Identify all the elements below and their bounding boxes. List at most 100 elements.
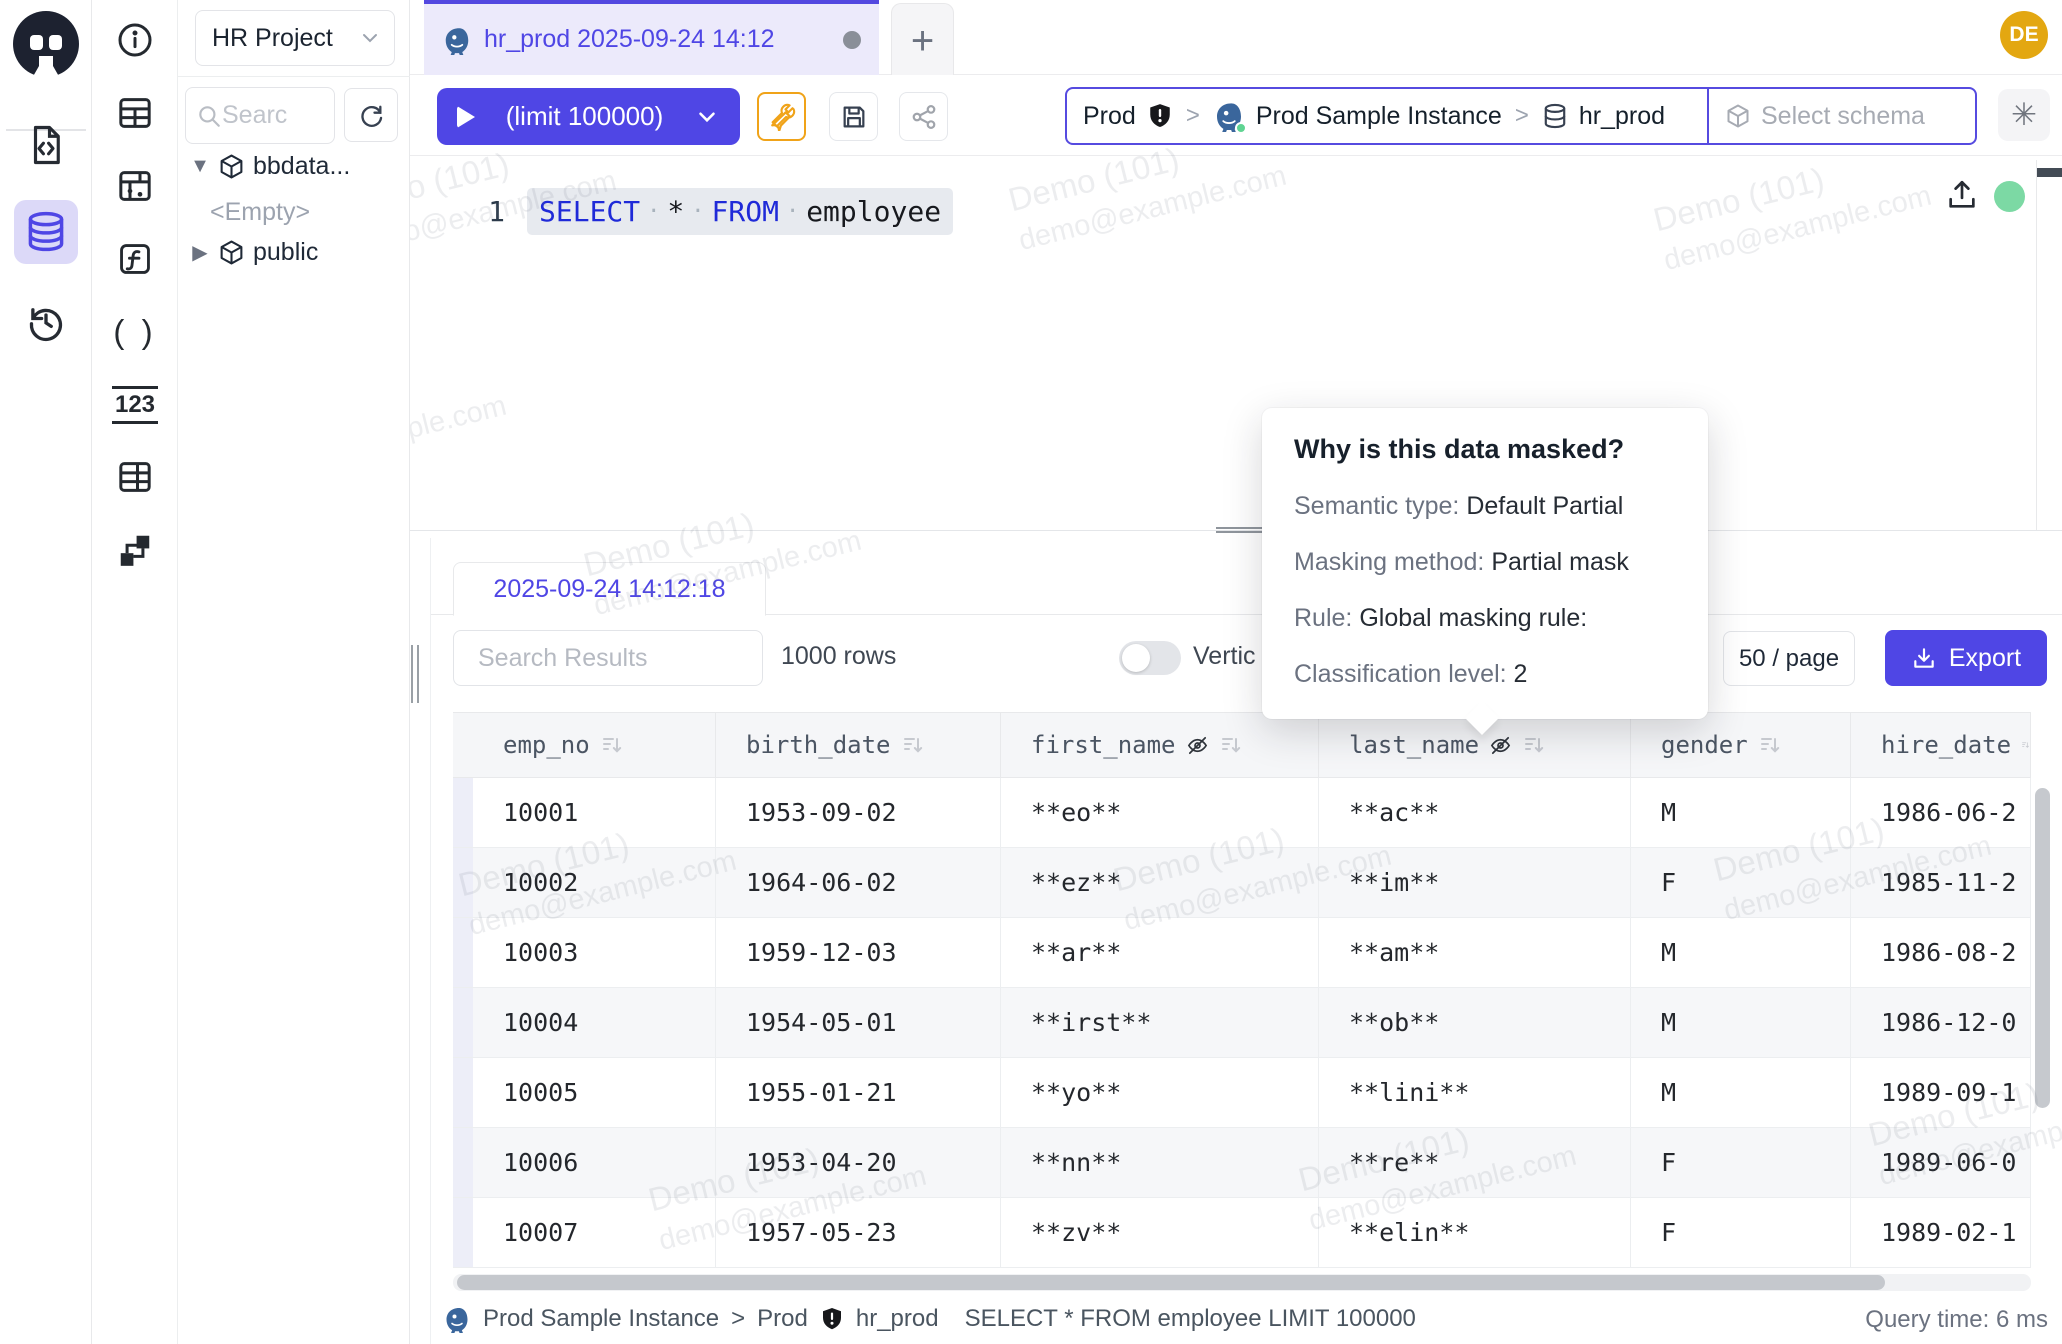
- sort-icon[interactable]: [1522, 733, 1546, 757]
- cell[interactable]: 10004: [473, 988, 716, 1057]
- cell[interactable]: 1989-06-0: [1851, 1128, 2031, 1197]
- cell[interactable]: M: [1631, 988, 1851, 1057]
- cell[interactable]: 1964-06-02: [716, 848, 1001, 917]
- tab-hr-prod[interactable]: hr_prod 2025-09-24 14:12: [424, 0, 879, 75]
- cell[interactable]: **nn**: [1001, 1128, 1319, 1197]
- cell[interactable]: 10007: [473, 1198, 716, 1267]
- history-icon[interactable]: [14, 290, 78, 354]
- cell[interactable]: 10003: [473, 918, 716, 987]
- cell[interactable]: 1986-06-2: [1851, 778, 2031, 847]
- chevron-down-icon[interactable]: [694, 104, 720, 130]
- cell[interactable]: **ar**: [1001, 918, 1319, 987]
- cell[interactable]: **lini**: [1319, 1058, 1631, 1127]
- sql-code-line[interactable]: 1 SELECT·*·FROM·employee: [473, 188, 953, 235]
- tree-node-public[interactable]: ▶ public: [190, 238, 318, 267]
- sort-icon[interactable]: [2021, 733, 2030, 757]
- bytebase-logo[interactable]: [9, 9, 83, 83]
- cell[interactable]: 10001: [473, 778, 716, 847]
- database-nav-icon[interactable]: [14, 200, 78, 264]
- cell[interactable]: **am**: [1319, 918, 1631, 987]
- info-icon[interactable]: [103, 8, 167, 72]
- caret-right-icon[interactable]: ▶: [190, 240, 210, 265]
- page-size-select[interactable]: 50 / page: [1723, 631, 1855, 686]
- column-header-emp_no[interactable]: emp_no: [473, 713, 716, 777]
- cell[interactable]: **ac**: [1319, 778, 1631, 847]
- upload-sheet-icon[interactable]: [1945, 178, 1979, 212]
- cell[interactable]: F: [1631, 1198, 1851, 1267]
- functions-icon[interactable]: [103, 227, 167, 291]
- worksheet-icon[interactable]: [14, 113, 78, 177]
- cell[interactable]: 10002: [473, 848, 716, 917]
- cell[interactable]: F: [1631, 848, 1851, 917]
- table-row: 100051955-01-21**yo****lini**M1989-09-1: [453, 1058, 2031, 1128]
- cell[interactable]: 1989-09-1: [1851, 1058, 2031, 1127]
- vertical-mode-toggle[interactable]: [1119, 641, 1181, 675]
- cell[interactable]: 1953-04-20: [716, 1128, 1001, 1197]
- result-search-box[interactable]: [453, 630, 763, 686]
- cell[interactable]: F: [1631, 1128, 1851, 1197]
- sort-icon[interactable]: [1219, 733, 1243, 757]
- run-query-button[interactable]: (limit 100000): [437, 88, 740, 145]
- cell[interactable]: M: [1631, 918, 1851, 987]
- sql-editor[interactable]: 1 SELECT·*·FROM·employee: [410, 155, 2062, 530]
- result-tab[interactable]: 2025-09-24 14:12:18: [453, 562, 766, 616]
- schema-diagram-icon[interactable]: [103, 518, 167, 582]
- cell[interactable]: 1986-12-0: [1851, 988, 2031, 1057]
- cell[interactable]: 1953-09-02: [716, 778, 1001, 847]
- cell[interactable]: **yo**: [1001, 1058, 1319, 1127]
- external-tables-icon[interactable]: [103, 154, 167, 218]
- cell[interactable]: 1986-08-2: [1851, 918, 2031, 987]
- cell[interactable]: **im**: [1319, 848, 1631, 917]
- share-button[interactable]: [899, 92, 948, 141]
- schema-search-box[interactable]: [185, 87, 335, 144]
- cell[interactable]: M: [1631, 778, 1851, 847]
- cell[interactable]: 1959-12-03: [716, 918, 1001, 987]
- ai-assistant-button[interactable]: ✳: [1998, 89, 2050, 141]
- sequences-icon[interactable]: 123: [103, 373, 167, 437]
- cell[interactable]: **elin**: [1319, 1198, 1631, 1267]
- column-header-first_name[interactable]: first_name: [1001, 713, 1319, 777]
- views-icon[interactable]: [103, 445, 167, 509]
- result-search-input[interactable]: [478, 644, 800, 673]
- save-button[interactable]: [829, 92, 878, 141]
- sidebar-resize-handle[interactable]: [411, 645, 421, 703]
- cell[interactable]: **ez**: [1001, 848, 1319, 917]
- cell[interactable]: **re**: [1319, 1128, 1631, 1197]
- format-sql-button[interactable]: [757, 92, 806, 141]
- cell[interactable]: **eo**: [1001, 778, 1319, 847]
- cell[interactable]: 10006: [473, 1128, 716, 1197]
- cell[interactable]: 1985-11-2: [1851, 848, 2031, 917]
- tree-node-bbdata[interactable]: ▼ bbdata...: [190, 152, 350, 181]
- caret-down-icon[interactable]: ▼: [190, 155, 210, 178]
- sort-icon[interactable]: [600, 733, 624, 757]
- vertical-scrollbar-thumb[interactable]: [2035, 788, 2050, 1108]
- refresh-button[interactable]: [344, 88, 398, 142]
- connection-context[interactable]: Prod > Prod Sample Instance > hr_prod: [1067, 89, 1707, 143]
- resize-handle[interactable]: [1216, 525, 1264, 535]
- sort-icon[interactable]: [901, 733, 925, 757]
- cell[interactable]: 10005: [473, 1058, 716, 1127]
- column-header-gender[interactable]: gender: [1631, 713, 1851, 777]
- column-header-birth_date[interactable]: birth_date: [716, 713, 1001, 777]
- new-tab-button[interactable]: +: [891, 3, 954, 78]
- cell[interactable]: 1989-02-1: [1851, 1198, 2031, 1267]
- export-button[interactable]: Export: [1885, 630, 2047, 686]
- cell[interactable]: **ob**: [1319, 988, 1631, 1057]
- schema-search-input[interactable]: [222, 101, 322, 130]
- horizontal-scrollbar[interactable]: [453, 1274, 2031, 1291]
- cell[interactable]: M: [1631, 1058, 1851, 1127]
- sort-icon[interactable]: [1758, 733, 1782, 757]
- cell[interactable]: 1957-05-23: [716, 1198, 1001, 1267]
- select-schema-button[interactable]: Select schema: [1707, 89, 1975, 143]
- project-select[interactable]: HR Project: [195, 10, 395, 66]
- cell[interactable]: 1954-05-01: [716, 988, 1001, 1057]
- horizontal-scrollbar-thumb[interactable]: [457, 1275, 1885, 1290]
- column-header-hire_date[interactable]: hire_date: [1851, 713, 2031, 777]
- cell[interactable]: **zv**: [1001, 1198, 1319, 1267]
- editor-scrollbar-thumb[interactable]: [2037, 168, 2062, 177]
- cell[interactable]: 1955-01-21: [716, 1058, 1001, 1127]
- avatar[interactable]: DE: [2000, 11, 2048, 59]
- cell[interactable]: **irst**: [1001, 988, 1319, 1057]
- procedures-icon[interactable]: ( ): [103, 300, 167, 364]
- tables-icon[interactable]: [103, 81, 167, 145]
